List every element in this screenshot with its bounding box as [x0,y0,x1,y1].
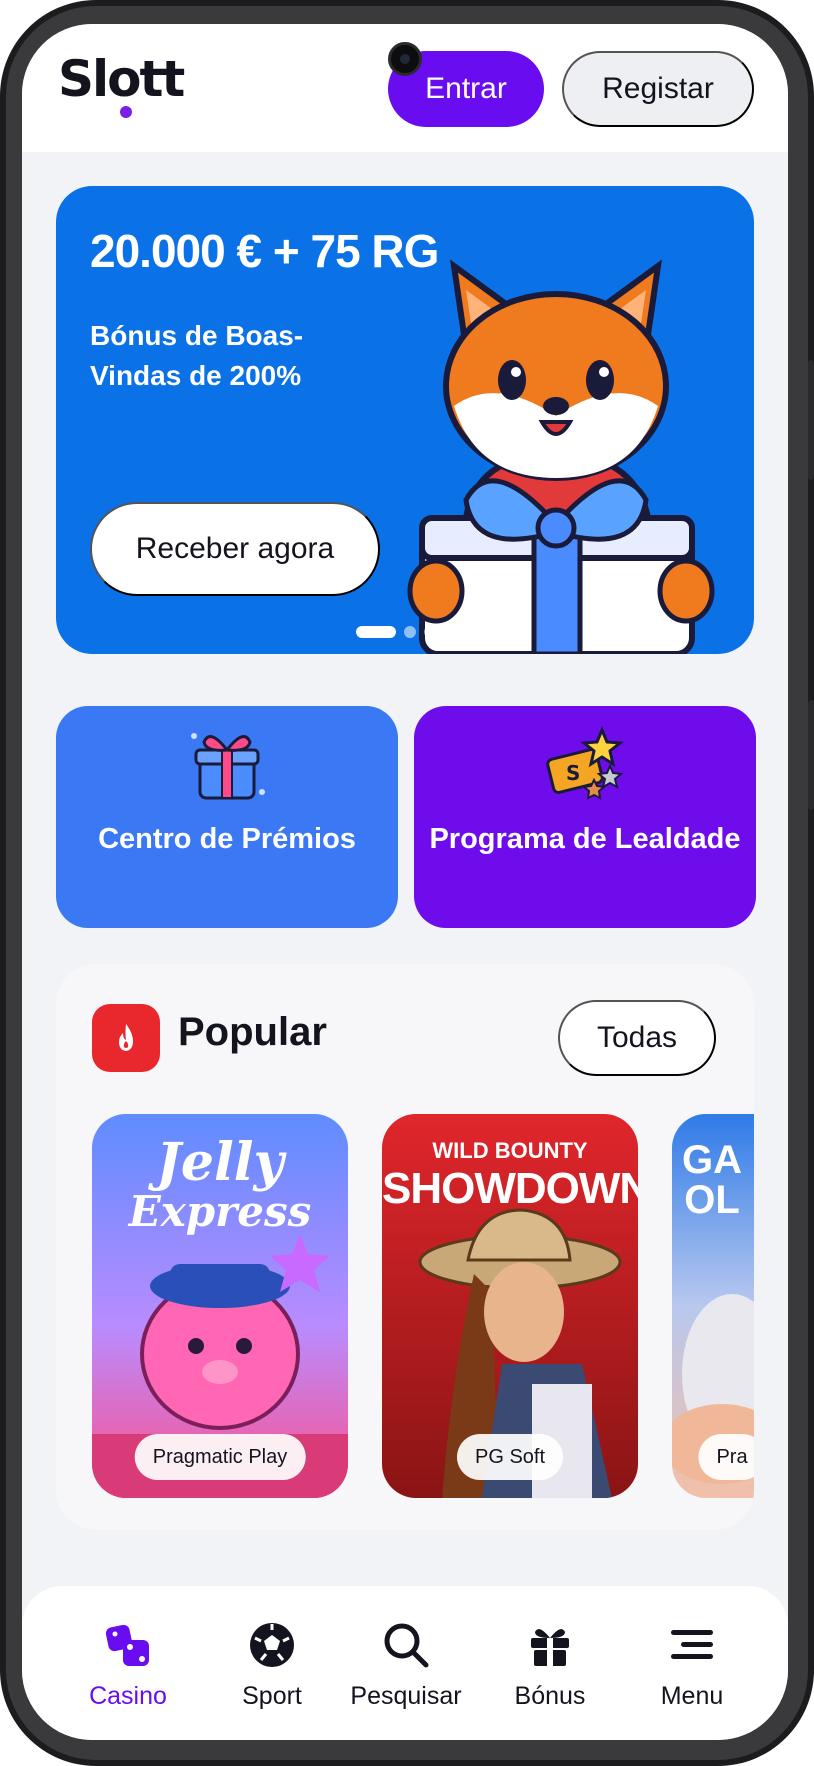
game-title-line2: Express [128,1187,312,1236]
nav-label-bonus: Bónus [514,1682,586,1710]
provider-badge: PG Soft [456,1434,564,1480]
nav-bonus[interactable]: Bónus [480,1620,620,1711]
nav-label-menu: Menu [660,1682,724,1710]
search-icon [384,1623,429,1668]
register-button[interactable]: Registar [562,51,754,127]
menu-icon [671,1630,713,1659]
rewards-center-card[interactable]: Centro de Prémios [56,706,398,928]
provider-badge: Pragmatic Play [134,1434,306,1480]
popular-games-section: Popular Todas Jelly Express Pragmatic Pl… [56,964,754,1530]
game-tile-partial[interactable]: GA OL Pra [672,1114,754,1498]
nav-search[interactable]: Pesquisar [336,1620,476,1711]
pagination-dot-active[interactable] [356,626,396,638]
front-camera [388,42,422,76]
power-button [808,700,814,810]
view-all-button[interactable]: Todas [558,1000,716,1076]
soccer-ball-icon [250,1623,294,1667]
game-title-line1: GA [682,1138,742,1182]
nav-label-sport: Sport [242,1682,302,1710]
gift-box-icon [191,733,265,800]
pagination-dot[interactable] [404,626,416,638]
nav-sport[interactable]: Sport [202,1620,342,1711]
nav-casino[interactable]: Casino [58,1620,198,1711]
rewards-center-label: Centro de Prémios [98,823,356,855]
slott-logo[interactable]: Slott [58,50,185,108]
bonus-amount: 20.000 € + 75 RG [90,225,439,277]
bonus-subtitle: Bónus de Boas-Vindas de 200% [90,320,304,391]
game-title-line2: SHOWDOWN [382,1164,638,1213]
fox-mascot-illustration [407,259,715,654]
dice-icon [105,1624,149,1666]
gift-icon [531,1629,569,1666]
loyalty-ticket-icon: S [546,726,624,800]
game-title-line1: Jelly [156,1132,284,1193]
provider-badge: Pra [698,1434,754,1480]
svg-text:S: S [566,761,580,785]
nav-label-casino: Casino [89,1682,167,1710]
volume-button [808,360,814,480]
claim-bonus-button[interactable]: Receber agora [90,502,380,596]
banner-pagination [356,626,436,638]
game-tile-wild-bounty-showdown[interactable]: WILD BOUNTY SHOWDOWN PG Soft [382,1114,638,1498]
bottom-navigation: Casino Sport Pesquisar Bónus Menu [22,1586,788,1740]
nav-label-search: Pesquisar [350,1682,462,1710]
loyalty-program-label: Programa de Lealdade [429,823,741,855]
games-carousel[interactable]: Jelly Express Pragmatic Play WILD BOUNTY… [92,1114,754,1498]
device-frame: Slott Entrar Registar 20.000 € + 75 RG B… [0,0,814,1766]
game-title-line2: OL [684,1178,740,1222]
game-title-line1: WILD BOUNTY [432,1138,588,1163]
pagination-dot[interactable] [424,626,436,638]
app-screen: Slott Entrar Registar 20.000 € + 75 RG B… [22,24,788,1740]
logo-dot [120,106,132,118]
fire-icon [92,1004,160,1072]
popular-title: Popular [178,1010,327,1054]
nav-menu[interactable]: Menu [622,1620,762,1711]
loyalty-program-card[interactable]: S Programa de Lealdade [414,706,756,928]
welcome-bonus-banner[interactable]: 20.000 € + 75 RG Bónus de Boas-Vindas de… [56,186,754,654]
game-tile-jelly-express[interactable]: Jelly Express Pragmatic Play [92,1114,348,1498]
